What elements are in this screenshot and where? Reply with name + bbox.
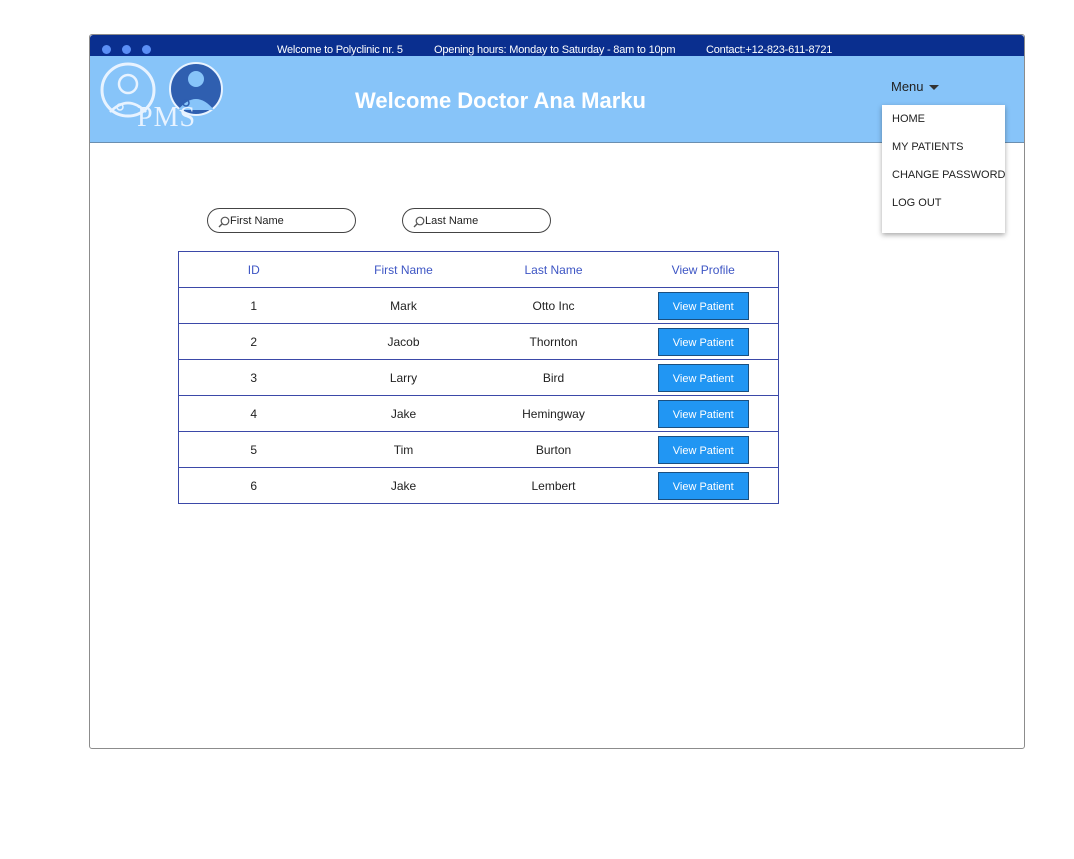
cell-first-name: Tim <box>328 431 479 468</box>
table-row: 5 Tim Burton View Patient <box>178 431 779 468</box>
cell-first-name: Jake <box>328 395 479 432</box>
table-header-row: ID First Name Last Name View Profile <box>178 251 779 288</box>
pms-logo: PMS <box>98 62 228 134</box>
column-header-view-profile: View Profile <box>628 251 779 288</box>
opening-hours-text: Opening hours: Monday to Saturday - 8am … <box>434 44 676 56</box>
view-patient-button[interactable]: View Patient <box>657 399 749 428</box>
menu-toggle[interactable]: Menu <box>891 79 939 94</box>
cell-action: View Patient <box>628 431 779 468</box>
cell-last-name: Hemingway <box>478 395 629 432</box>
table-row: 3 Larry Bird View Patient <box>178 359 779 396</box>
table-row: 4 Jake Hemingway View Patient <box>178 395 779 432</box>
last-name-search <box>402 208 551 233</box>
view-patient-button[interactable]: View Patient <box>657 471 749 500</box>
cell-id: 3 <box>178 359 329 396</box>
view-patient-button[interactable]: View Patient <box>657 327 749 356</box>
cell-action: View Patient <box>628 395 779 432</box>
search-icon <box>218 216 230 228</box>
menu-item-my-patients[interactable]: MY PATIENTS <box>892 141 964 153</box>
cell-action: View Patient <box>628 323 779 360</box>
logo-text: PMS <box>137 102 197 133</box>
menu-label: Menu <box>891 79 924 94</box>
cell-last-name: Otto Inc <box>478 287 629 324</box>
first-name-search <box>207 208 356 233</box>
caret-down-icon <box>928 85 939 91</box>
menu-item-log-out[interactable]: LOG OUT <box>892 197 942 209</box>
view-patient-button[interactable]: View Patient <box>657 435 749 464</box>
first-name-input[interactable] <box>230 213 345 228</box>
view-patient-button[interactable]: View Patient <box>657 363 749 392</box>
search-icon <box>413 216 425 228</box>
window-dot-icon <box>102 45 111 54</box>
window-dot-icon <box>122 45 131 54</box>
cell-id: 5 <box>178 431 329 468</box>
menu-item-change-password[interactable]: CHANGE PASSWORD <box>892 169 1005 181</box>
window-dot-icon <box>142 45 151 54</box>
cell-first-name: Larry <box>328 359 479 396</box>
cell-last-name: Thornton <box>478 323 629 360</box>
info-topbar: Welcome to Polyclinic nr. 5 Opening hour… <box>90 35 1024 56</box>
app-window: Welcome to Polyclinic nr. 5 Opening hour… <box>89 34 1025 749</box>
view-patient-button[interactable]: View Patient <box>657 291 749 320</box>
cell-id: 6 <box>178 467 329 504</box>
cell-first-name: Jacob <box>328 323 479 360</box>
menu-dropdown: HOME MY PATIENTS CHANGE PASSWORD LOG OUT <box>882 105 1005 233</box>
cell-action: View Patient <box>628 359 779 396</box>
table-row: 2 Jacob Thornton View Patient <box>178 323 779 360</box>
cell-id: 1 <box>178 287 329 324</box>
column-header-id: ID <box>178 251 329 288</box>
last-name-input[interactable] <box>425 213 540 228</box>
cell-action: View Patient <box>628 287 779 324</box>
cell-id: 2 <box>178 323 329 360</box>
cell-last-name: Lembert <box>478 467 629 504</box>
table-row: 1 Mark Otto Inc View Patient <box>178 287 779 324</box>
cell-last-name: Burton <box>478 431 629 468</box>
cell-first-name: Jake <box>328 467 479 504</box>
table-row: 6 Jake Lembert View Patient <box>178 467 779 504</box>
cell-id: 4 <box>178 395 329 432</box>
clinic-welcome-text: Welcome to Polyclinic nr. 5 <box>277 44 403 56</box>
menu-item-home[interactable]: HOME <box>892 113 925 125</box>
contact-text: Contact:+12-823-611-8721 <box>706 44 833 56</box>
cell-first-name: Mark <box>328 287 479 324</box>
column-header-last-name: Last Name <box>478 251 629 288</box>
page-title: Welcome Doctor Ana Marku <box>355 88 646 113</box>
patients-table: ID First Name Last Name View Profile 1 M… <box>178 251 779 504</box>
cell-action: View Patient <box>628 467 779 504</box>
cell-last-name: Bird <box>478 359 629 396</box>
column-header-first-name: First Name <box>328 251 479 288</box>
